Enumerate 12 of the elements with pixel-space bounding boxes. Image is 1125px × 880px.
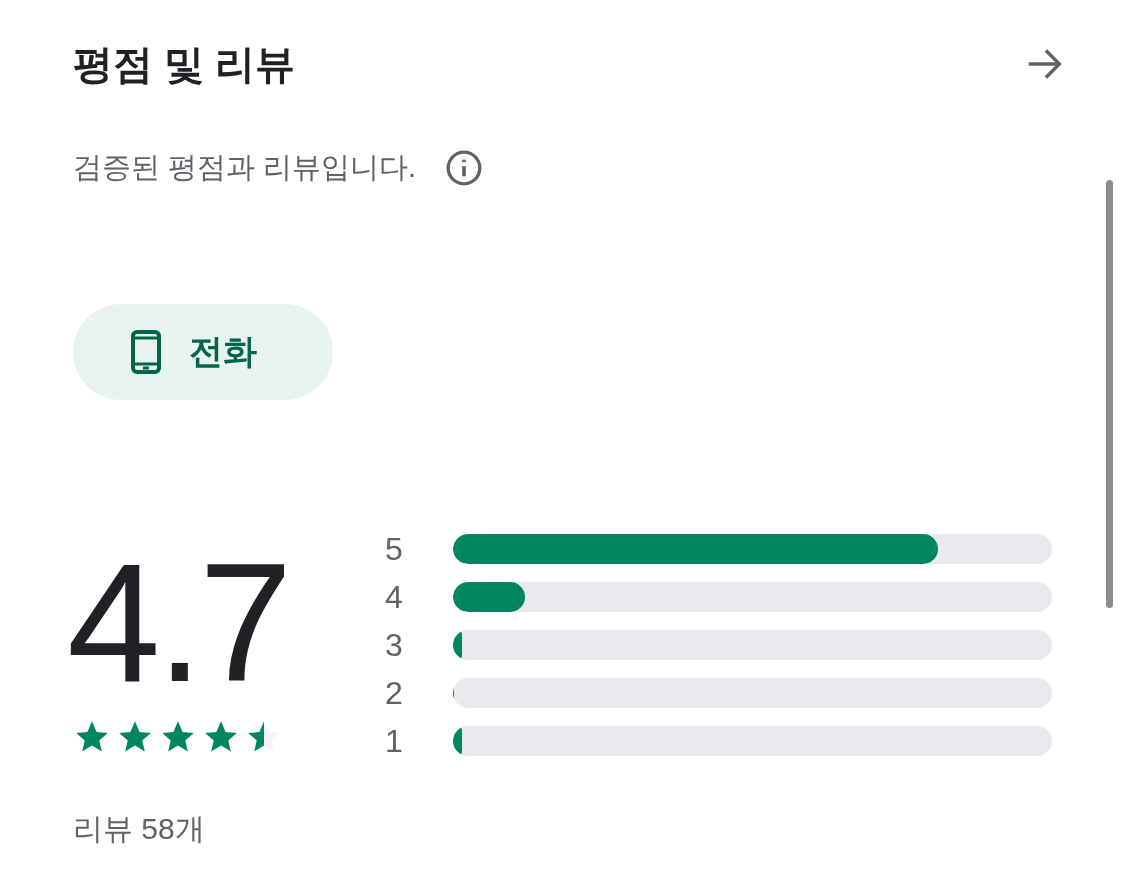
phone-icon	[131, 329, 161, 374]
star-level-label: 1	[385, 721, 404, 761]
star-level-label: 4	[385, 577, 404, 617]
section-title: 평점 및 리뷰	[73, 41, 296, 88]
star-level-label: 3	[385, 625, 404, 665]
star-level-label: 5	[385, 529, 404, 569]
scrollbar[interactable]	[1106, 180, 1113, 608]
subtitle: 검증된 평점과 리뷰입니다.	[73, 150, 417, 185]
star-level-label: 2	[385, 673, 404, 713]
rating-score: 4.7	[67, 547, 290, 698]
review-count: 리뷰 58개	[73, 810, 206, 847]
device-chip[interactable]: 전화	[73, 303, 333, 400]
